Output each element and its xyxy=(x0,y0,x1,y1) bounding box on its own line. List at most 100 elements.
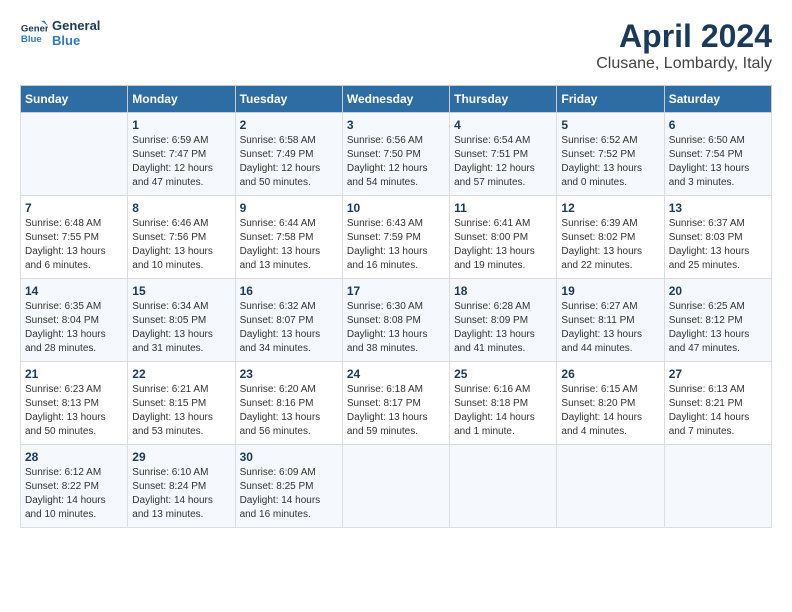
calendar-cell: 14 Sunrise: 6:35 AM Sunset: 8:04 PM Dayli… xyxy=(21,279,128,362)
day-info: Sunrise: 6:30 AM Sunset: 8:08 PM Dayligh… xyxy=(347,300,445,356)
day-info: Sunrise: 6:15 AM Sunset: 8:20 PM Dayligh… xyxy=(561,383,659,439)
svg-text:General: General xyxy=(21,23,48,34)
day-number: 9 xyxy=(240,201,338,215)
day-number: 26 xyxy=(561,367,659,381)
day-info: Sunrise: 6:37 AM Sunset: 8:03 PM Dayligh… xyxy=(669,217,767,273)
calendar-cell: 27 Sunrise: 6:13 AM Sunset: 8:21 PM Dayli… xyxy=(664,362,771,445)
day-info: Sunrise: 6:41 AM Sunset: 8:00 PM Dayligh… xyxy=(454,217,552,273)
day-info: Sunrise: 6:34 AM Sunset: 8:05 PM Dayligh… xyxy=(132,300,230,356)
day-number: 13 xyxy=(669,201,767,215)
calendar-cell: 21 Sunrise: 6:23 AM Sunset: 8:13 PM Dayli… xyxy=(21,362,128,445)
day-info: Sunrise: 6:27 AM Sunset: 8:11 PM Dayligh… xyxy=(561,300,659,356)
calendar-table: SundayMondayTuesdayWednesdayThursdayFrid… xyxy=(20,85,772,528)
calendar-cell: 24 Sunrise: 6:18 AM Sunset: 8:17 PM Dayli… xyxy=(342,362,449,445)
day-info: Sunrise: 6:44 AM Sunset: 7:58 PM Dayligh… xyxy=(240,217,338,273)
day-number: 20 xyxy=(669,284,767,298)
weekday-header-friday: Friday xyxy=(557,86,664,113)
calendar-cell: 29Sunrise: 6:10 AM Sunset: 8:24 PM Dayli… xyxy=(128,445,235,528)
calendar-week-1: 1Sunrise: 6:59 AM Sunset: 7:47 PM Daylig… xyxy=(21,113,772,196)
calendar-cell xyxy=(21,113,128,196)
day-info: Sunrise: 6:35 AM Sunset: 8:04 PM Dayligh… xyxy=(25,300,123,356)
day-number: 28 xyxy=(25,450,123,464)
logo-general: General xyxy=(52,18,100,33)
calendar-cell xyxy=(557,445,664,528)
day-number: 17 xyxy=(347,284,445,298)
calendar-cell: 19 Sunrise: 6:27 AM Sunset: 8:11 PM Dayli… xyxy=(557,279,664,362)
calendar-cell: 22Sunrise: 6:21 AM Sunset: 8:15 PM Dayli… xyxy=(128,362,235,445)
day-info: Sunrise: 6:58 AM Sunset: 7:49 PM Dayligh… xyxy=(240,134,338,190)
main-container: General Blue General Blue April 2024 Clu… xyxy=(0,0,792,538)
calendar-cell: 23Sunrise: 6:20 AM Sunset: 8:16 PM Dayli… xyxy=(235,362,342,445)
day-info: Sunrise: 6:20 AM Sunset: 8:16 PM Dayligh… xyxy=(240,383,338,439)
calendar-week-2: 7Sunrise: 6:48 AM Sunset: 7:55 PM Daylig… xyxy=(21,196,772,279)
day-info: Sunrise: 6:16 AM Sunset: 8:18 PM Dayligh… xyxy=(454,383,552,439)
day-info: Sunrise: 6:23 AM Sunset: 8:13 PM Dayligh… xyxy=(25,383,123,439)
day-info: Sunrise: 6:32 AM Sunset: 8:07 PM Dayligh… xyxy=(240,300,338,356)
calendar-week-5: 28Sunrise: 6:12 AM Sunset: 8:22 PM Dayli… xyxy=(21,445,772,528)
day-number: 22 xyxy=(132,367,230,381)
day-number: 2 xyxy=(240,118,338,132)
day-info: Sunrise: 6:28 AM Sunset: 8:09 PM Dayligh… xyxy=(454,300,552,356)
calendar-cell: 15Sunrise: 6:34 AM Sunset: 8:05 PM Dayli… xyxy=(128,279,235,362)
day-number: 30 xyxy=(240,450,338,464)
day-number: 25 xyxy=(454,367,552,381)
calendar-cell: 9 Sunrise: 6:44 AM Sunset: 7:58 PM Daylig… xyxy=(235,196,342,279)
header: General Blue General Blue April 2024 Clu… xyxy=(20,18,772,73)
day-info: Sunrise: 6:43 AM Sunset: 7:59 PM Dayligh… xyxy=(347,217,445,273)
day-number: 6 xyxy=(669,118,767,132)
header-row: SundayMondayTuesdayWednesdayThursdayFrid… xyxy=(21,86,772,113)
day-number: 21 xyxy=(25,367,123,381)
calendar-cell: 4Sunrise: 6:54 AM Sunset: 7:51 PM Daylig… xyxy=(450,113,557,196)
calendar-cell: 20Sunrise: 6:25 AM Sunset: 8:12 PM Dayli… xyxy=(664,279,771,362)
day-info: Sunrise: 6:13 AM Sunset: 8:21 PM Dayligh… xyxy=(669,383,767,439)
day-info: Sunrise: 6:54 AM Sunset: 7:51 PM Dayligh… xyxy=(454,134,552,190)
calendar-cell: 16Sunrise: 6:32 AM Sunset: 8:07 PM Dayli… xyxy=(235,279,342,362)
calendar-cell: 25 Sunrise: 6:16 AM Sunset: 8:18 PM Dayli… xyxy=(450,362,557,445)
calendar-cell: 11 Sunrise: 6:41 AM Sunset: 8:00 PM Dayli… xyxy=(450,196,557,279)
calendar-week-3: 14 Sunrise: 6:35 AM Sunset: 8:04 PM Dayli… xyxy=(21,279,772,362)
weekday-header-wednesday: Wednesday xyxy=(342,86,449,113)
calendar-cell xyxy=(342,445,449,528)
day-info: Sunrise: 6:10 AM Sunset: 8:24 PM Dayligh… xyxy=(132,466,230,522)
calendar-cell: 6 Sunrise: 6:50 AM Sunset: 7:54 PM Daylig… xyxy=(664,113,771,196)
day-number: 14 xyxy=(25,284,123,298)
weekday-header-tuesday: Tuesday xyxy=(235,86,342,113)
calendar-week-4: 21 Sunrise: 6:23 AM Sunset: 8:13 PM Dayli… xyxy=(21,362,772,445)
day-number: 8 xyxy=(132,201,230,215)
day-number: 27 xyxy=(669,367,767,381)
calendar-cell: 26 Sunrise: 6:15 AM Sunset: 8:20 PM Dayli… xyxy=(557,362,664,445)
calendar-cell: 1Sunrise: 6:59 AM Sunset: 7:47 PM Daylig… xyxy=(128,113,235,196)
page-title: April 2024 xyxy=(596,18,772,55)
day-number: 7 xyxy=(25,201,123,215)
calendar-cell xyxy=(450,445,557,528)
day-number: 11 xyxy=(454,201,552,215)
calendar-cell: 17 Sunrise: 6:30 AM Sunset: 8:08 PM Dayli… xyxy=(342,279,449,362)
calendar-cell: 3 Sunrise: 6:56 AM Sunset: 7:50 PM Daylig… xyxy=(342,113,449,196)
day-info: Sunrise: 6:50 AM Sunset: 7:54 PM Dayligh… xyxy=(669,134,767,190)
svg-text:Blue: Blue xyxy=(21,34,42,45)
day-number: 3 xyxy=(347,118,445,132)
day-info: Sunrise: 6:39 AM Sunset: 8:02 PM Dayligh… xyxy=(561,217,659,273)
calendar-cell: 5Sunrise: 6:52 AM Sunset: 7:52 PM Daylig… xyxy=(557,113,664,196)
calendar-cell: 13 Sunrise: 6:37 AM Sunset: 8:03 PM Dayli… xyxy=(664,196,771,279)
calendar-cell: 7Sunrise: 6:48 AM Sunset: 7:55 PM Daylig… xyxy=(21,196,128,279)
day-info: Sunrise: 6:09 AM Sunset: 8:25 PM Dayligh… xyxy=(240,466,338,522)
day-number: 5 xyxy=(561,118,659,132)
day-info: Sunrise: 6:46 AM Sunset: 7:56 PM Dayligh… xyxy=(132,217,230,273)
day-info: Sunrise: 6:56 AM Sunset: 7:50 PM Dayligh… xyxy=(347,134,445,190)
title-block: April 2024 Clusane, Lombardy, Italy xyxy=(596,18,772,73)
day-number: 10 xyxy=(347,201,445,215)
calendar-cell: 18 Sunrise: 6:28 AM Sunset: 8:09 PM Dayli… xyxy=(450,279,557,362)
logo-blue: Blue xyxy=(52,33,100,48)
day-info: Sunrise: 6:18 AM Sunset: 8:17 PM Dayligh… xyxy=(347,383,445,439)
day-number: 24 xyxy=(347,367,445,381)
weekday-header-monday: Monday xyxy=(128,86,235,113)
calendar-cell: 28Sunrise: 6:12 AM Sunset: 8:22 PM Dayli… xyxy=(21,445,128,528)
weekday-header-thursday: Thursday xyxy=(450,86,557,113)
logo-icon: General Blue xyxy=(20,19,48,47)
calendar-cell: 2 Sunrise: 6:58 AM Sunset: 7:49 PM Daylig… xyxy=(235,113,342,196)
day-number: 1 xyxy=(132,118,230,132)
day-number: 19 xyxy=(561,284,659,298)
page-subtitle: Clusane, Lombardy, Italy xyxy=(596,55,772,73)
day-number: 18 xyxy=(454,284,552,298)
